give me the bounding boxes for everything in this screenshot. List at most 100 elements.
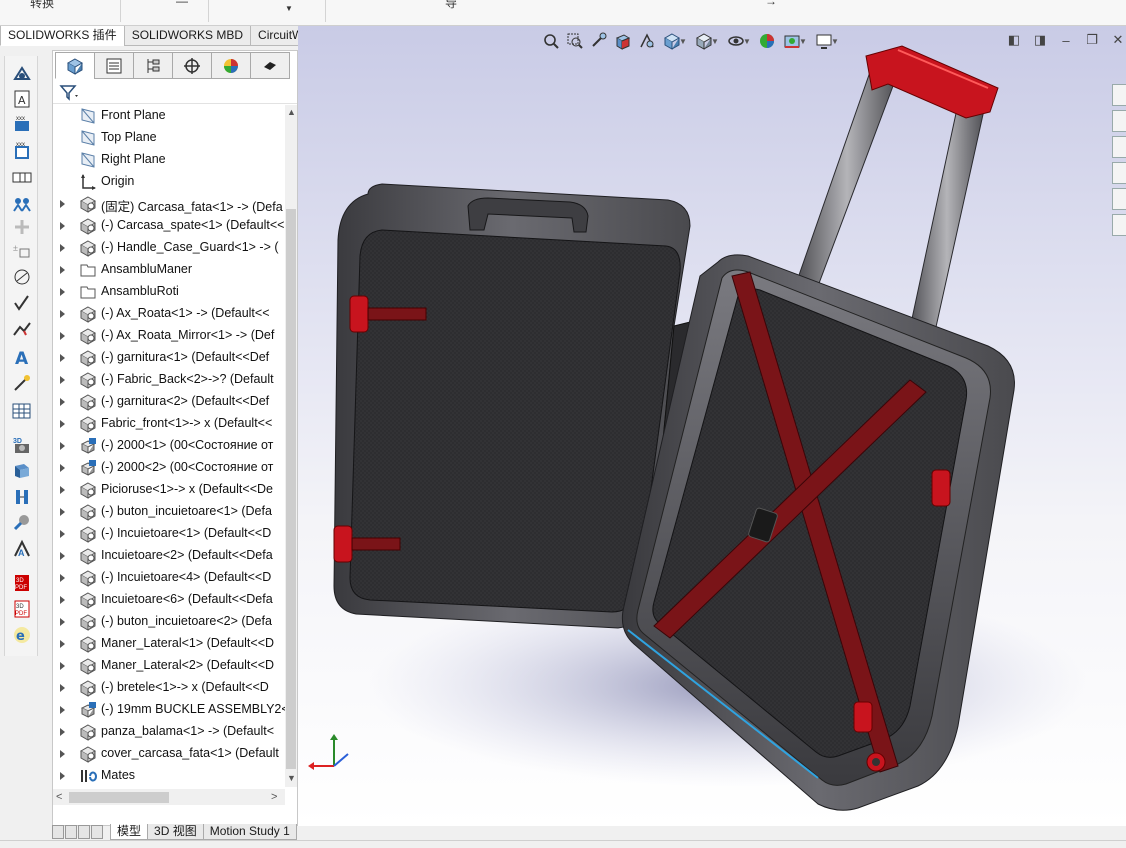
leader-icon[interactable] bbox=[10, 372, 34, 394]
tree-node[interactable]: cover_carcasa_fata<1> (Default bbox=[53, 743, 285, 765]
tree-node[interactable]: (-) Incuietoare<1> (Default<<D bbox=[53, 523, 285, 545]
expand-arrow-icon[interactable] bbox=[59, 748, 67, 758]
task-pane-file-explorer-icon[interactable] bbox=[1112, 162, 1126, 184]
apply-scene-dropdown[interactable]: ▼ bbox=[780, 30, 810, 52]
close-icon[interactable]: ✕ bbox=[1110, 32, 1126, 48]
tree-node[interactable]: Maner_Lateral<1> (Default<<D bbox=[53, 633, 285, 655]
hide-show-items-dropdown[interactable]: ▼ bbox=[724, 30, 754, 52]
dynamic-annotation-icon[interactable] bbox=[636, 30, 658, 52]
expand-arrow-icon[interactable] bbox=[59, 660, 67, 670]
task-pane-resources-icon[interactable] bbox=[1112, 110, 1126, 132]
last-tab-button[interactable] bbox=[91, 825, 103, 839]
tree-vertical-scroll-thumb[interactable] bbox=[286, 209, 296, 769]
tree-node[interactable]: (-) Carcasa_spate<1> (Default<< bbox=[53, 215, 285, 237]
tree-vertical-scrollbar[interactable]: ▲ ▼ bbox=[285, 105, 297, 787]
expand-arrow-icon[interactable] bbox=[59, 770, 67, 780]
dimxpert-scheme-icon[interactable]: A bbox=[10, 538, 34, 560]
tree-node[interactable]: (-) 2000<1> (00<Состояние от bbox=[53, 435, 285, 457]
expand-arrow-icon[interactable] bbox=[59, 330, 67, 340]
3d-view-capture-icon[interactable]: 3D bbox=[10, 434, 34, 456]
task-pane-custom-properties-icon[interactable] bbox=[1112, 214, 1126, 236]
tree-node[interactable]: Maner_Lateral<2> (Default<<D bbox=[53, 655, 285, 677]
tab-motion-study[interactable]: Motion Study 1 bbox=[202, 824, 297, 840]
section-view-icon[interactable] bbox=[10, 460, 34, 482]
expand-arrow-icon[interactable] bbox=[59, 352, 67, 362]
ribbon-label-2[interactable]: — bbox=[176, 0, 188, 8]
suitcase-3d-model[interactable] bbox=[298, 26, 1126, 826]
graphics-viewport[interactable] bbox=[298, 26, 1126, 826]
ribbon-dropdown-caret[interactable]: ▼ bbox=[285, 4, 293, 13]
display-style-dropdown[interactable]: ▼ bbox=[692, 30, 722, 52]
tab-configuration-manager[interactable] bbox=[133, 52, 173, 79]
tree-node[interactable]: (-) Ax_Roata<1> -> (Default<< bbox=[53, 303, 285, 325]
tab-feature-tree[interactable] bbox=[55, 52, 95, 79]
expand-arrow-icon[interactable] bbox=[59, 638, 67, 648]
publish-3d-pdf-icon[interactable]: 3D PDF bbox=[10, 572, 34, 594]
tab-display-manager[interactable] bbox=[211, 52, 251, 79]
basic-dimension-icon[interactable]: ± bbox=[10, 240, 34, 262]
tree-node[interactable]: panza_balama<1> -> (Default< bbox=[53, 721, 285, 743]
smart-dimension-icon[interactable] bbox=[10, 64, 34, 86]
collapse-right-icon[interactable]: ◨ bbox=[1032, 32, 1048, 48]
tree-node[interactable]: Origin bbox=[53, 171, 285, 193]
zoom-to-fit-icon[interactable] bbox=[540, 30, 562, 52]
tree-node[interactable]: Right Plane bbox=[53, 149, 285, 171]
previous-view-icon[interactable] bbox=[588, 30, 610, 52]
datum-feature-icon[interactable]: xxx bbox=[10, 114, 34, 136]
expand-arrow-icon[interactable] bbox=[59, 440, 67, 450]
zoom-to-area-icon[interactable] bbox=[564, 30, 586, 52]
scroll-right-arrow-icon[interactable]: > bbox=[271, 791, 277, 803]
tree-node[interactable]: Picioruse<1>-> x (Default<<De bbox=[53, 479, 285, 501]
expand-arrow-icon[interactable] bbox=[59, 418, 67, 428]
tree-node[interactable]: (-) bretele<1>-> x (Default<<D bbox=[53, 677, 285, 699]
tree-node[interactable]: (-) garnitura<1> (Default<<Def bbox=[53, 347, 285, 369]
tree-node[interactable]: Front Plane bbox=[53, 105, 285, 127]
tab-3d-views[interactable]: 3D 视图 bbox=[147, 824, 204, 840]
expand-arrow-icon[interactable] bbox=[59, 484, 67, 494]
expand-arrow-icon[interactable] bbox=[59, 220, 67, 230]
first-tab-button[interactable] bbox=[52, 825, 64, 839]
expand-arrow-icon[interactable] bbox=[59, 594, 67, 604]
weld-symbol-icon[interactable] bbox=[10, 318, 34, 340]
expand-arrow-icon[interactable] bbox=[59, 308, 67, 318]
expand-arrow-icon[interactable] bbox=[59, 572, 67, 582]
note-icon[interactable]: A bbox=[10, 88, 34, 110]
surface-finish-icon[interactable] bbox=[10, 292, 34, 314]
expand-arrow-icon[interactable] bbox=[59, 264, 67, 274]
expand-arrow-icon[interactable] bbox=[59, 682, 67, 692]
ribbon-label-3[interactable]: 导 bbox=[445, 0, 457, 11]
tab-solidworks-addins[interactable]: SOLIDWORKS 插件 bbox=[0, 26, 125, 46]
tree-node[interactable]: (-) 2000<2> (00<Состояние от bbox=[53, 457, 285, 479]
expand-arrow-icon[interactable] bbox=[59, 242, 67, 252]
previous-tab-button[interactable] bbox=[65, 825, 77, 839]
tab-cam-manager[interactable] bbox=[250, 52, 290, 79]
tree-node[interactable]: (-) Handle_Case_Guard<1> -> ( bbox=[53, 237, 285, 259]
dimxpert-icon[interactable] bbox=[10, 192, 34, 214]
expand-arrow-icon[interactable] bbox=[59, 616, 67, 626]
pattern-icon[interactable] bbox=[10, 216, 34, 238]
view-settings-dropdown[interactable]: ▼ bbox=[812, 30, 842, 52]
view-orientation-dropdown[interactable]: ▼ bbox=[660, 30, 690, 52]
table-icon[interactable] bbox=[10, 400, 34, 422]
tree-node[interactable]: (-) garnitura<2> (Default<<Def bbox=[53, 391, 285, 413]
tree-node[interactable]: (-) 19mm BUCKLE ASSEMBLY2< bbox=[53, 699, 285, 721]
template-3d-pdf-icon[interactable]: 3D PDF bbox=[10, 598, 34, 620]
scroll-down-arrow-icon[interactable]: ▼ bbox=[287, 773, 296, 783]
tree-node[interactable]: (-) Ax_Roata_Mirror<1> -> (Def bbox=[53, 325, 285, 347]
expand-arrow-icon[interactable] bbox=[59, 704, 67, 714]
angle-dimension-icon[interactable] bbox=[10, 266, 34, 288]
tab-model[interactable]: 模型 bbox=[110, 824, 149, 840]
ribbon-label-4[interactable]: → bbox=[765, 0, 777, 8]
tree-node[interactable]: (-) Incuietoare<4> (Default<<D bbox=[53, 567, 285, 589]
tree-node[interactable]: (-) buton_incuietoare<1> (Defa bbox=[53, 501, 285, 523]
scroll-up-arrow-icon[interactable]: ▲ bbox=[287, 107, 296, 117]
expand-arrow-icon[interactable] bbox=[59, 286, 67, 296]
geometric-tolerance-icon[interactable] bbox=[10, 166, 34, 188]
tree-node[interactable]: (-) buton_incuietoare<2> (Defa bbox=[53, 611, 285, 633]
minimize-icon[interactable]: – bbox=[1058, 32, 1074, 48]
edit-appearance-icon[interactable] bbox=[756, 30, 778, 52]
expand-arrow-icon[interactable] bbox=[59, 198, 67, 208]
tree-horizontal-scrollbar[interactable]: < > bbox=[53, 789, 285, 805]
expand-arrow-icon[interactable] bbox=[59, 726, 67, 736]
task-pane-design-library-icon[interactable] bbox=[1112, 136, 1126, 158]
